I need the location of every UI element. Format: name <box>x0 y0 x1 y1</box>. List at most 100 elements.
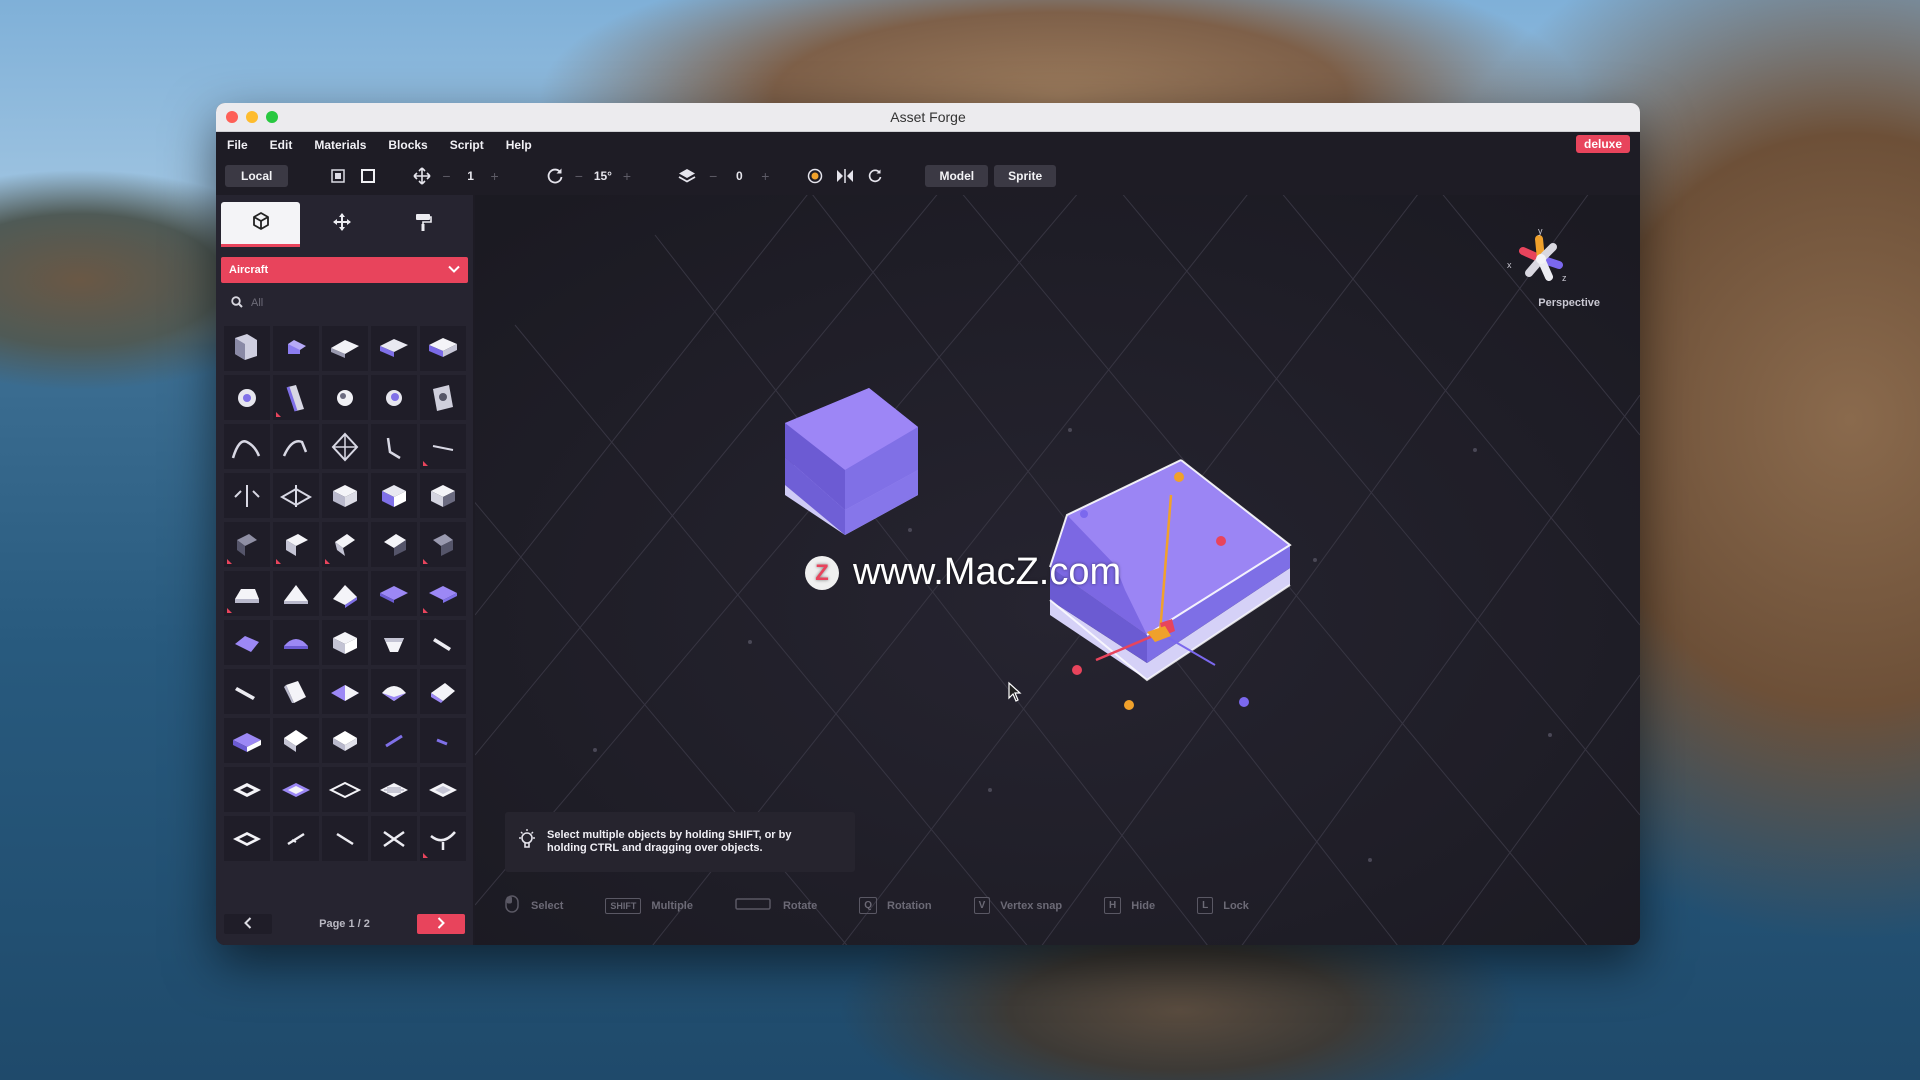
block-thumbnail[interactable] <box>420 571 466 616</box>
sprite-button[interactable]: Sprite <box>994 165 1057 187</box>
block-thumbnail[interactable] <box>224 767 270 812</box>
block-preview-icon <box>382 484 406 507</box>
block-thumbnail[interactable] <box>322 473 368 518</box>
block-preview-icon <box>234 484 260 507</box>
block-thumbnail[interactable] <box>322 620 368 665</box>
layer-decrease-button[interactable]: − <box>709 168 717 184</box>
block-thumbnail[interactable] <box>224 326 270 371</box>
block-thumbnail[interactable] <box>420 620 466 665</box>
block-thumbnail[interactable] <box>420 522 466 567</box>
rotate-value[interactable]: 15° <box>583 169 623 183</box>
category-select[interactable]: Aircraft <box>221 257 468 283</box>
layer-value[interactable]: 0 <box>717 169 761 183</box>
block-thumbnail[interactable] <box>371 326 417 371</box>
block-thumbnail[interactable] <box>273 522 319 567</box>
translate-increase-button[interactable]: + <box>491 168 499 184</box>
block-thumbnail[interactable] <box>273 669 319 714</box>
block-thumbnail[interactable] <box>273 375 319 420</box>
window-controls <box>226 111 278 123</box>
block-thumbnail[interactable] <box>224 473 270 518</box>
block-thumbnail[interactable] <box>273 620 319 665</box>
block-preview-icon <box>288 339 306 354</box>
block-thumbnail[interactable] <box>224 718 270 763</box>
block-thumbnail[interactable] <box>224 522 270 567</box>
block-preview-icon <box>331 684 359 701</box>
block-thumbnail[interactable] <box>273 816 319 861</box>
translate-value[interactable]: 1 <box>451 169 491 183</box>
block-thumbnail[interactable] <box>420 816 466 861</box>
block-thumbnail[interactable] <box>371 473 417 518</box>
rotate-decrease-button[interactable]: − <box>575 168 583 184</box>
camera-mode-label[interactable]: Perspective <box>1538 297 1600 309</box>
menu-materials[interactable]: Materials <box>314 138 366 152</box>
tab-transform[interactable] <box>302 202 381 247</box>
previous-page-button[interactable] <box>224 914 272 934</box>
menu-file[interactable]: File <box>227 138 248 152</box>
block-thumbnail[interactable] <box>273 326 319 371</box>
search-input[interactable]: All <box>251 297 263 309</box>
block-search[interactable]: All <box>221 291 468 315</box>
block-thumbnail[interactable] <box>371 669 417 714</box>
reset-rotation-icon[interactable] <box>863 164 887 188</box>
block-thumbnail[interactable] <box>273 718 319 763</box>
block-thumbnail[interactable] <box>420 375 466 420</box>
menu-edit[interactable]: Edit <box>270 138 293 152</box>
block-thumbnail[interactable] <box>420 718 466 763</box>
window-title: Asset Forge <box>890 109 966 125</box>
block-thumbnail[interactable] <box>273 767 319 812</box>
tab-paint[interactable] <box>383 202 462 247</box>
block-thumbnail[interactable] <box>322 669 368 714</box>
block-thumbnail[interactable] <box>420 424 466 469</box>
block-thumbnail[interactable] <box>371 571 417 616</box>
block-thumbnail[interactable] <box>224 816 270 861</box>
local-space-button[interactable]: Local <box>225 165 289 187</box>
block-thumbnail[interactable] <box>322 767 368 812</box>
close-window-button[interactable] <box>226 111 238 123</box>
menu-help[interactable]: Help <box>506 138 532 152</box>
mirror-icon[interactable] <box>833 164 857 188</box>
block-thumbnail[interactable] <box>224 375 270 420</box>
rotate-increase-button[interactable]: + <box>623 168 631 184</box>
block-thumbnail[interactable] <box>322 424 368 469</box>
block-thumbnail[interactable] <box>224 424 270 469</box>
block-thumbnail[interactable] <box>371 816 417 861</box>
block-thumbnail[interactable] <box>322 522 368 567</box>
3d-viewport[interactable]: x y z Perspective Z www.MacZ.com Select … <box>475 195 1640 945</box>
block-thumbnail[interactable] <box>322 571 368 616</box>
menu-blocks[interactable]: Blocks <box>388 138 427 152</box>
block-thumbnail[interactable] <box>273 473 319 518</box>
minimize-window-button[interactable] <box>246 111 258 123</box>
block-thumbnail[interactable] <box>322 816 368 861</box>
menu-script[interactable]: Script <box>450 138 484 152</box>
block-thumbnail[interactable] <box>273 424 319 469</box>
model-button[interactable]: Model <box>925 165 989 187</box>
block-thumbnail[interactable] <box>371 522 417 567</box>
block-thumbnail[interactable] <box>273 571 319 616</box>
block-thumbnail[interactable] <box>322 375 368 420</box>
block-thumbnail[interactable] <box>371 767 417 812</box>
block-thumbnail[interactable] <box>371 620 417 665</box>
snap-grid-icon[interactable] <box>326 164 350 188</box>
block-preview-icon <box>380 338 408 357</box>
next-page-button[interactable] <box>416 914 465 934</box>
maximize-window-button[interactable] <box>266 111 278 123</box>
block-thumbnail[interactable] <box>224 669 270 714</box>
block-thumbnail[interactable] <box>371 424 417 469</box>
translate-decrease-button[interactable]: − <box>442 168 450 184</box>
bounding-box-icon[interactable] <box>356 164 380 188</box>
block-preview-icon <box>429 337 457 357</box>
tab-blocks[interactable] <box>221 202 300 247</box>
block-thumbnail[interactable] <box>322 326 368 371</box>
block-thumbnail[interactable] <box>371 718 417 763</box>
layer-increase-button[interactable]: + <box>761 168 769 184</box>
block-thumbnail[interactable] <box>420 473 466 518</box>
block-thumbnail[interactable] <box>420 326 466 371</box>
block-thumbnail[interactable] <box>420 767 466 812</box>
block-preview-icon <box>433 533 453 556</box>
block-thumbnail[interactable] <box>371 375 417 420</box>
camera-focus-icon[interactable] <box>803 164 827 188</box>
block-thumbnail[interactable] <box>420 669 466 714</box>
block-thumbnail[interactable] <box>224 571 270 616</box>
block-thumbnail[interactable] <box>322 718 368 763</box>
block-thumbnail[interactable] <box>224 620 270 665</box>
